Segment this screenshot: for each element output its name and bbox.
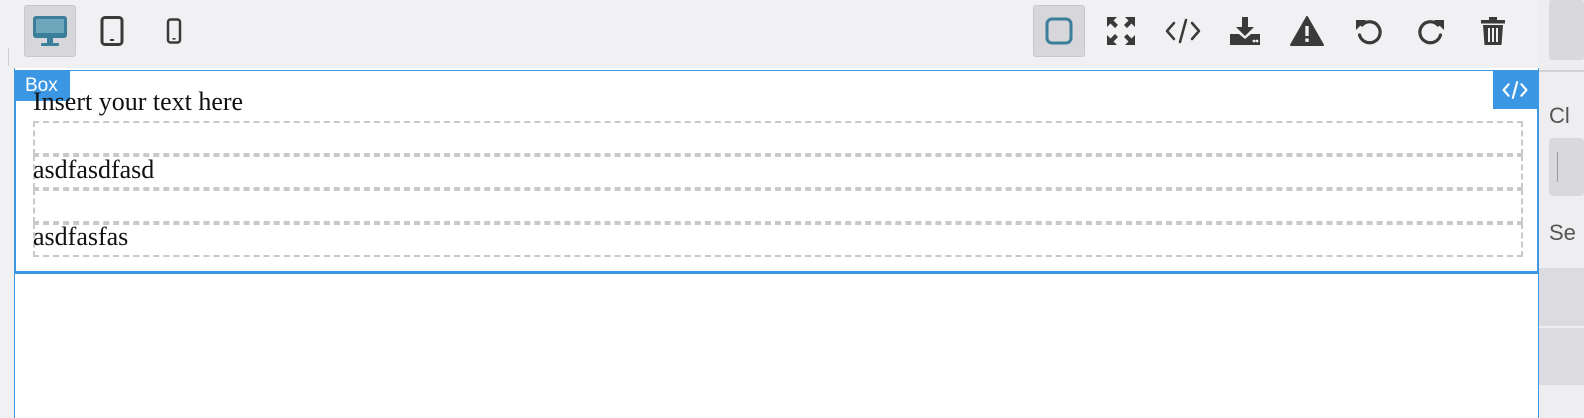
warning-button[interactable] <box>1281 5 1333 57</box>
warning-icon <box>1290 16 1324 46</box>
component-code-button[interactable] <box>1493 71 1537 109</box>
class-input-inner <box>1557 152 1562 182</box>
view-code-button[interactable] <box>1157 5 1209 57</box>
top-toolbar <box>14 0 1538 68</box>
download-icon <box>1230 17 1260 45</box>
left-strip <box>0 0 14 418</box>
expand-icon <box>1107 17 1135 45</box>
text-block-1[interactable]: Insert your text here <box>33 87 243 117</box>
tablet-device-button[interactable] <box>86 5 138 57</box>
empty-row-2[interactable] <box>33 189 1523 223</box>
left-divider <box>8 48 9 66</box>
sw-visibility-button[interactable] <box>1033 5 1085 57</box>
panel-divider <box>1539 70 1584 72</box>
delete-button[interactable] <box>1467 5 1519 57</box>
square-icon <box>1045 17 1073 45</box>
class-input[interactable] <box>1549 138 1584 196</box>
text-block-3[interactable]: asdfasfas <box>33 222 128 252</box>
mobile-icon <box>166 18 182 44</box>
tablet-icon <box>100 16 124 46</box>
undo-button[interactable] <box>1343 5 1395 57</box>
export-button[interactable] <box>1219 5 1271 57</box>
text-block-2[interactable]: asdfasdfasd <box>33 155 154 185</box>
code-icon <box>1502 81 1528 99</box>
panel-section-1[interactable] <box>1539 268 1584 326</box>
desktop-device-button[interactable] <box>24 5 76 57</box>
code-icon <box>1165 18 1201 44</box>
selected-box-component[interactable]: Box Insert your text here asdfasdfasd as… <box>15 70 1538 272</box>
editor-canvas[interactable]: Box Insert your text here asdfasdfasd as… <box>14 68 1539 418</box>
mobile-device-button[interactable] <box>148 5 200 57</box>
desktop-icon <box>33 16 67 46</box>
box-bottom-border <box>15 272 1538 274</box>
panel-tab-button[interactable] <box>1549 0 1584 60</box>
text-row-2[interactable] <box>33 155 1523 189</box>
empty-row[interactable] <box>33 121 1523 155</box>
panel-label-class: Cl <box>1549 103 1570 128</box>
redo-icon <box>1418 20 1444 45</box>
redo-button[interactable] <box>1405 5 1457 57</box>
panel-label-selected: Se <box>1549 220 1576 245</box>
fullscreen-button[interactable] <box>1095 5 1147 57</box>
trash-icon <box>1481 17 1505 45</box>
panel-section-2[interactable] <box>1539 328 1584 385</box>
right-panel: Cl Se <box>1539 0 1584 418</box>
text-row-3[interactable] <box>33 223 1523 257</box>
undo-icon <box>1356 20 1382 45</box>
